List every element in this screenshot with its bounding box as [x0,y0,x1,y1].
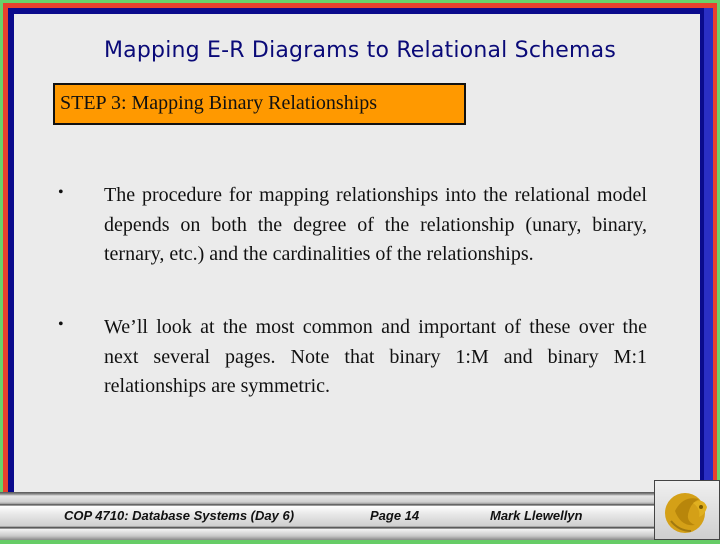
step-label: STEP 3: Mapping Binary Relationships [60,92,378,114]
bullet-marker: • [58,184,64,201]
bullet-marker: • [58,316,64,333]
footer-course: COP 4710: Database Systems (Day 6) [64,508,295,523]
footer-author: Mark Llewellyn [490,508,583,523]
slide-title: Mapping E-R Diagrams to Relational Schem… [104,38,616,63]
logo-box [654,480,720,540]
bullet-text: The procedure for mapping relationships … [104,184,647,265]
footer-page-number: Page 14 [370,508,420,523]
bullet-text: We’ll look at the most common and import… [104,316,647,397]
pegasus-logo-icon [665,493,707,533]
